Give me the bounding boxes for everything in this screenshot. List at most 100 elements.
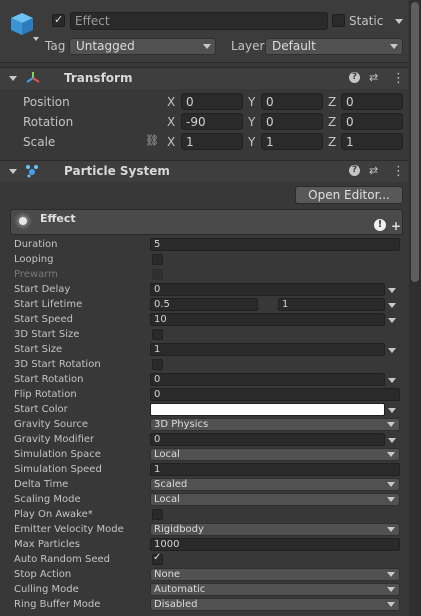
- open-editor-button[interactable]: Open Editor...: [295, 186, 403, 204]
- start-size-field[interactable]: 1: [150, 343, 385, 356]
- ring-buffer-mode-dropdown[interactable]: Disabled: [150, 598, 400, 611]
- chevron-down-icon: [387, 572, 395, 577]
- rotation-x-field[interactable]: -90: [181, 113, 243, 130]
- 3d-start-size-checkbox[interactable]: [152, 329, 163, 340]
- axis-y-label[interactable]: Y: [248, 135, 255, 149]
- delta-time-value: Scaled: [154, 479, 188, 490]
- tag-dropdown[interactable]: Untagged: [69, 38, 216, 55]
- start-delay-field[interactable]: 0: [150, 283, 385, 296]
- help-icon[interactable]: ?: [349, 72, 360, 83]
- axis-y-label[interactable]: Y: [248, 95, 255, 109]
- gravity-source-dropdown[interactable]: 3D Physics: [150, 418, 400, 431]
- culling-mode-dropdown[interactable]: Automatic: [150, 583, 400, 596]
- module-header[interactable]: Effect ! +: [10, 209, 403, 235]
- static-dropdown-arrow[interactable]: [395, 19, 403, 24]
- start-rotation-field[interactable]: 0: [150, 373, 385, 386]
- scrollbar-track[interactable]: [409, 0, 421, 616]
- axis-x-label[interactable]: X: [167, 135, 175, 149]
- looping-checkbox[interactable]: [152, 254, 163, 265]
- chevron-down-icon: [390, 44, 398, 49]
- particle-system-header[interactable]: Particle System ? ⇄ ⋮: [0, 160, 408, 182]
- active-checkbox[interactable]: ✓: [52, 13, 65, 27]
- start-speed-field[interactable]: 10: [150, 313, 385, 326]
- gravity-modifier-field[interactable]: 0: [150, 433, 385, 446]
- check-icon: ✓: [153, 552, 162, 563]
- static-checkbox[interactable]: [332, 14, 345, 27]
- rotation-z-field[interactable]: 0: [341, 113, 403, 130]
- chevron-down-icon: [387, 527, 395, 532]
- axis-z-label[interactable]: Z: [328, 135, 336, 149]
- chevron-down-icon[interactable]: [388, 438, 396, 443]
- 3d-start-rotation-checkbox[interactable]: [152, 359, 163, 370]
- foldout-arrow[interactable]: [9, 169, 17, 174]
- presets-icon[interactable]: ⇄: [369, 71, 378, 84]
- transform-header[interactable]: Transform ? ⇄ ⋮: [0, 67, 408, 89]
- scaling-mode-value: Local: [154, 494, 180, 505]
- start-color-swatch[interactable]: [150, 403, 385, 416]
- axis-z-label[interactable]: Z: [328, 115, 336, 129]
- warning-icon[interactable]: !: [374, 219, 386, 231]
- scale-z-field[interactable]: 1: [341, 133, 403, 150]
- help-icon[interactable]: ?: [349, 165, 360, 176]
- delta-time-dropdown[interactable]: Scaled: [150, 478, 400, 491]
- position-z-field[interactable]: 0: [341, 93, 403, 110]
- object-name-input[interactable]: Effect: [70, 12, 328, 30]
- cube-icon[interactable]: [9, 11, 35, 37]
- 3d-start-size-label: 3D Start Size: [14, 329, 80, 340]
- chevron-down-icon: [387, 482, 395, 487]
- cube-dropdown-arrow[interactable]: [33, 37, 39, 41]
- gravity-source-label: Gravity Source: [14, 419, 89, 430]
- more-icon[interactable]: ⋮: [392, 71, 405, 86]
- scale-label: Scale: [23, 135, 56, 149]
- looping-label: Looping: [14, 254, 54, 265]
- more-icon[interactable]: ⋮: [392, 164, 405, 179]
- presets-icon[interactable]: ⇄: [369, 164, 378, 177]
- scale-x-field[interactable]: 1: [181, 133, 243, 150]
- start-lifetime-max-field[interactable]: 1: [278, 298, 385, 311]
- transform-title: Transform: [64, 71, 133, 85]
- axis-x-label[interactable]: X: [167, 115, 175, 129]
- scale-y-field[interactable]: 1: [261, 133, 323, 150]
- stop-action-dropdown[interactable]: None: [150, 568, 400, 581]
- rotation-y-field[interactable]: 0: [261, 113, 323, 130]
- simulation-speed-field[interactable]: 1: [150, 463, 400, 476]
- chevron-down-icon: [387, 452, 395, 457]
- scaling-mode-dropdown[interactable]: Local: [150, 493, 400, 506]
- simulation-space-dropdown[interactable]: Local: [150, 448, 400, 461]
- chevron-down-icon: [387, 422, 395, 427]
- foldout-arrow[interactable]: [9, 76, 17, 81]
- layer-label: Layer: [231, 39, 265, 53]
- static-label: Static: [349, 14, 384, 28]
- culling-mode-label: Culling Mode: [14, 584, 79, 595]
- axis-x-label[interactable]: X: [167, 95, 175, 109]
- plus-icon[interactable]: +: [391, 219, 401, 233]
- simulation-speed-label: Simulation Speed: [14, 464, 102, 475]
- simulation-space-label: Simulation Space: [14, 449, 101, 460]
- chevron-down-icon[interactable]: [388, 378, 396, 383]
- particle-icon: [26, 165, 38, 178]
- link-icon[interactable]: ⛓: [145, 134, 159, 147]
- chevron-down-icon: [387, 602, 395, 607]
- chevron-down-icon[interactable]: [388, 408, 396, 413]
- position-x-field[interactable]: 0: [181, 93, 243, 110]
- duration-field[interactable]: 5: [150, 238, 400, 251]
- max-particles-field[interactable]: 1000: [150, 538, 400, 551]
- start-lifetime-min-field[interactable]: 0.5: [150, 298, 258, 311]
- axis-z-label[interactable]: Z: [328, 95, 336, 109]
- start-rotation-label: Start Rotation: [14, 374, 84, 385]
- stop-action-value: None: [154, 569, 181, 580]
- chevron-down-icon[interactable]: [388, 348, 396, 353]
- emitter-velocity-mode-dropdown[interactable]: Rigidbody: [150, 523, 400, 536]
- play-on-awake-checkbox[interactable]: [152, 509, 163, 520]
- chevron-down-icon[interactable]: [388, 303, 396, 308]
- flip-rotation-field[interactable]: 0: [150, 388, 400, 401]
- chevron-down-icon[interactable]: [388, 318, 396, 323]
- prewarm-checkbox[interactable]: [152, 269, 163, 280]
- chevron-down-icon[interactable]: [388, 288, 396, 293]
- scrollbar-thumb[interactable]: [411, 2, 419, 282]
- module-title: Effect: [40, 212, 76, 225]
- axis-y-label[interactable]: Y: [248, 115, 255, 129]
- layer-dropdown[interactable]: Default: [265, 38, 403, 55]
- position-y-field[interactable]: 0: [261, 93, 323, 110]
- auto-random-seed-checkbox[interactable]: ✓: [152, 552, 163, 565]
